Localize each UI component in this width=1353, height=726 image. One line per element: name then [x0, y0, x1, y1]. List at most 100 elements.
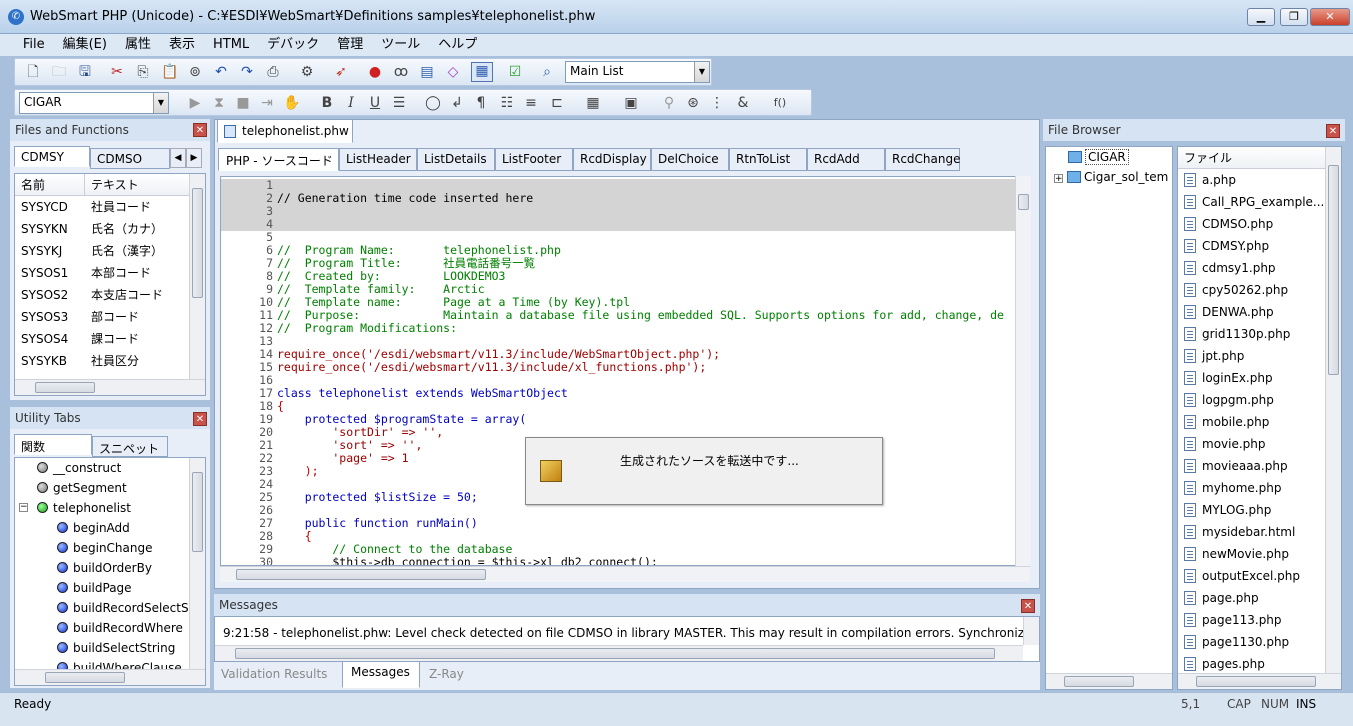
checkbox-icon[interactable]: ☑	[507, 64, 523, 80]
ampersand-icon[interactable]: &	[735, 95, 751, 111]
file-item[interactable]: myhome.php	[1178, 477, 1341, 499]
tab-cdmsy[interactable]: CDMSY	[14, 146, 90, 167]
tab-validation-results[interactable]: Validation Results	[214, 664, 340, 688]
tab-rtn-to-list[interactable]: RtnToList	[729, 148, 807, 171]
doc-tab[interactable]: telephonelist.phw	[217, 119, 353, 143]
tree-item[interactable]: buildOrderBy	[15, 558, 205, 578]
chevron-down-icon[interactable]: ▼	[694, 62, 709, 82]
menu-help[interactable]: ヘルプ	[429, 34, 486, 54]
indent-icon[interactable]: ≡	[523, 95, 539, 111]
form-icon[interactable]: ▣	[623, 95, 639, 111]
scroll-thumb[interactable]	[1196, 676, 1316, 687]
fields-hscroll[interactable]	[15, 379, 205, 395]
file-list-vscroll[interactable]	[1325, 147, 1341, 673]
tab-list-footer[interactable]: ListFooter	[495, 148, 573, 171]
file-item[interactable]: outputExcel.php	[1178, 565, 1341, 587]
tree-item[interactable]: buildRecordSelectSt	[15, 598, 205, 618]
code-editor[interactable]: 1 2// Generation time code inserted here 3…	[220, 176, 1017, 566]
deploy-icon[interactable]: ➶	[333, 64, 349, 80]
file-item[interactable]: newMovie.php	[1178, 543, 1341, 565]
bullets-icon[interactable]: ⋮	[709, 95, 725, 111]
scroll-thumb[interactable]	[236, 569, 486, 580]
list-icon[interactable]: ☷	[499, 95, 515, 111]
preview-icon[interactable]: ꝏ	[393, 64, 409, 80]
tab-rcd-add[interactable]: RcdAdd	[807, 148, 885, 171]
tree-item[interactable]: beginChange	[15, 538, 205, 558]
menu-debug[interactable]: デバック	[258, 34, 328, 54]
table-row[interactable]: SYSYKN 氏名（カナ）	[15, 218, 205, 240]
messages-output[interactable]: 9:21:58 - telephonelist.phw: Level check…	[214, 616, 1040, 662]
file-item[interactable]: logpgm.php	[1178, 389, 1341, 411]
paragraph-icon[interactable]: ¶	[473, 95, 489, 111]
menu-manage[interactable]: 管理	[328, 34, 372, 54]
column-text[interactable]: テキスト	[85, 174, 139, 196]
file-list-hscroll[interactable]	[1178, 673, 1341, 689]
close-icon[interactable]: ✕	[193, 123, 207, 137]
tab-list-header[interactable]: ListHeader	[339, 148, 417, 171]
tab-zray[interactable]: Z-Ray	[422, 664, 478, 688]
folder-hscroll[interactable]	[1046, 673, 1172, 689]
redo-icon[interactable]: ↷	[239, 64, 255, 80]
save-icon[interactable]: 🖫	[77, 64, 93, 80]
comment-icon[interactable]: ◯	[425, 95, 441, 111]
messages-hscroll[interactable]	[215, 645, 1023, 661]
scroll-thumb[interactable]	[35, 382, 95, 393]
editor-vscroll[interactable]	[1015, 176, 1031, 566]
tree-item[interactable]: beginAdd	[15, 518, 205, 538]
tree-item[interactable]: buildSelectString	[15, 638, 205, 658]
collapse-icon[interactable]: −	[19, 503, 28, 512]
code-view-icon[interactable]: ▦	[471, 62, 493, 82]
search-icon[interactable]: ⌕	[539, 64, 555, 80]
fields-vscroll[interactable]	[189, 174, 205, 379]
layout-icon[interactable]: ▤	[419, 64, 435, 80]
tab-list-details[interactable]: ListDetails	[417, 148, 495, 171]
tab-rcd-change[interactable]: RcdChange	[885, 148, 961, 171]
folder-item[interactable]: + Cigar_sol_tem	[1046, 167, 1172, 187]
find-icon[interactable]: ⊚	[187, 64, 203, 80]
file-item[interactable]: mobile.php	[1178, 411, 1341, 433]
file-item[interactable]: cpy50262.php	[1178, 279, 1341, 301]
messages-vscroll[interactable]	[1023, 617, 1039, 645]
menu-edit[interactable]: 編集(E)	[54, 34, 116, 54]
line-break-icon[interactable]: ↲	[449, 95, 465, 111]
table-row[interactable]: SYSOS3 部コード	[15, 306, 205, 328]
menu-view[interactable]: 表示	[160, 34, 204, 54]
table-row[interactable]: SYSYKJ 氏名（漢字）	[15, 240, 205, 262]
expand-icon[interactable]: +	[1054, 174, 1063, 184]
file-item[interactable]: CDMSO.php	[1178, 213, 1341, 235]
html-tag-icon[interactable]: ◇	[445, 64, 461, 80]
column-name[interactable]: 名前	[15, 174, 85, 196]
align-icon[interactable]: ☰	[391, 95, 407, 111]
file-item[interactable]: movie.php	[1178, 433, 1341, 455]
scroll-thumb[interactable]	[1328, 165, 1339, 375]
stop-icon[interactable]: ■	[235, 95, 251, 111]
editor-hscroll[interactable]	[220, 566, 1030, 582]
scroll-thumb[interactable]	[45, 672, 125, 683]
tree-item[interactable]: buildPage	[15, 578, 205, 598]
cut-icon[interactable]: ✂	[109, 64, 125, 80]
copy-icon[interactable]: ⎘	[135, 64, 151, 80]
close-icon[interactable]: ✕	[1021, 599, 1035, 613]
link-icon[interactable]: ⚲	[661, 95, 677, 111]
tab-scroll-arrows[interactable]: ◀ ▶	[170, 148, 206, 168]
menu-file[interactable]: File	[14, 34, 54, 54]
file-item[interactable]: MYLOG.php	[1178, 499, 1341, 521]
print-icon[interactable]: ⎙	[265, 64, 281, 80]
file-item[interactable]: a.php	[1178, 169, 1341, 191]
tree-item[interactable]: − telephonelist	[15, 498, 205, 518]
file-item[interactable]: loginEx.php	[1178, 367, 1341, 389]
tree-hscroll[interactable]	[15, 669, 205, 685]
file-item[interactable]: jpt.php	[1178, 345, 1341, 367]
library-select[interactable]: CIGAR ▼	[19, 92, 169, 114]
tab-messages[interactable]: Messages	[342, 662, 420, 688]
underline-icon[interactable]: U	[367, 95, 383, 111]
compile-icon[interactable]: ⚙	[299, 64, 315, 80]
tab-php-source[interactable]: PHP - ソースコード	[218, 148, 339, 171]
open-file-icon[interactable]: 🗀	[51, 64, 67, 80]
close-button[interactable]: ✕	[1310, 8, 1350, 26]
tab-del-choice[interactable]: DelChoice	[651, 148, 729, 171]
tab-cdmso[interactable]: CDMSO	[90, 148, 170, 169]
file-item[interactable]: page.php	[1178, 587, 1341, 609]
close-icon[interactable]: ✕	[1326, 124, 1340, 138]
file-item[interactable]: cdmsy1.php	[1178, 257, 1341, 279]
